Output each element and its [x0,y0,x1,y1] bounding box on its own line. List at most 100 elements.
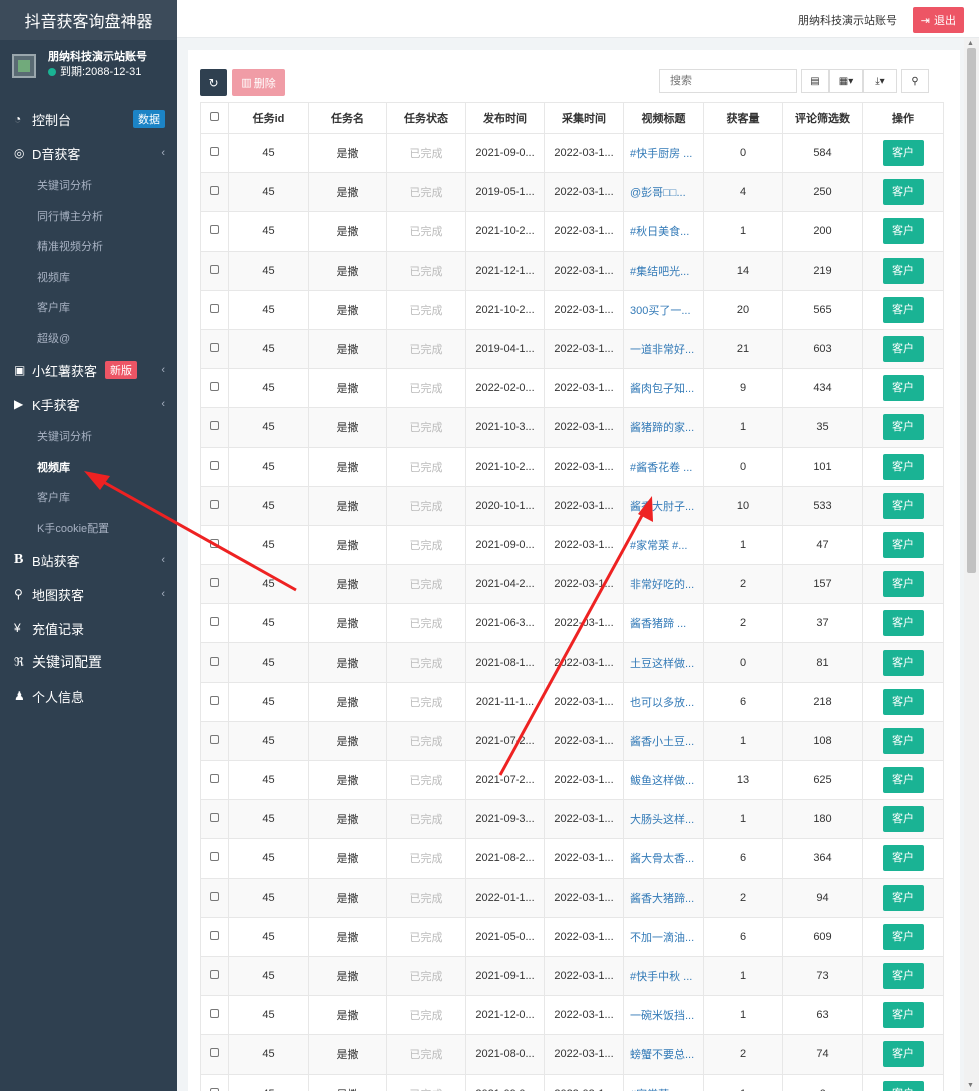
row-checkbox[interactable] [200,524,229,566]
row-checkbox[interactable] [200,132,229,174]
sidebar-subitem-dy-keyword[interactable]: 关键词分析 [0,170,177,201]
sidebar-subitem-ks-customers[interactable]: 客户库 [0,482,177,513]
select-all-checkbox[interactable] [200,102,229,134]
customer-button[interactable]: 客户 [882,963,924,990]
customer-button[interactable]: 客户 [882,727,924,754]
sidebar-item-douyin[interactable]: ◎ D音获客 ‹ [0,136,177,170]
sidebar-item-recharge[interactable]: ¥ 充值记录 [0,611,177,645]
customer-button[interactable]: 客户 [882,296,924,323]
row-checkbox[interactable] [200,1073,229,1091]
customer-button[interactable]: 客户 [882,806,924,833]
video-title-link[interactable]: #家常菜 ... [623,1073,704,1091]
sidebar-item-map[interactable]: ⚲ 地图获客 ‹ [0,577,177,611]
customer-button[interactable]: 客户 [882,1002,924,1029]
customer-button[interactable]: 客户 [882,571,924,598]
row-checkbox[interactable] [200,407,229,448]
row-checkbox[interactable] [200,603,229,644]
video-title-link[interactable]: 酱香大猪蹄... [623,877,704,918]
sidebar-subitem-dy-video-library[interactable]: 视频库 [0,262,177,293]
sidebar-item-dashboard[interactable]: ◔ 控制台 数据 [0,102,177,136]
sidebar-subitem-ks-keyword[interactable]: 关键词分析 [0,421,177,452]
sidebar-subitem-dy-customers[interactable]: 客户库 [0,292,177,323]
col-header-task-name[interactable]: 任务名 [308,102,387,134]
scroll-up-icon[interactable]: ▲ [967,40,974,47]
video-title-link[interactable]: 300买了一... [623,289,704,330]
scroll-down-icon[interactable]: ▼ [967,1082,974,1089]
sidebar-item-kuaishou[interactable]: ▶ K手获客 ‹ [0,387,177,421]
scroll-thumb[interactable] [967,48,976,573]
columns-button[interactable]: ▦▾ [829,69,863,93]
customer-button[interactable]: 客户 [882,610,924,637]
search-input[interactable] [659,69,797,93]
row-checkbox[interactable] [200,564,229,605]
col-header-video-title[interactable]: 视频标题 [623,102,704,134]
customer-button[interactable]: 客户 [882,845,924,872]
customer-button[interactable]: 客户 [882,179,924,206]
row-checkbox[interactable] [200,916,229,957]
row-checkbox[interactable] [200,446,229,487]
row-checkbox[interactable] [200,172,229,213]
video-title-link[interactable]: #家常菜 #... [623,524,704,566]
row-checkbox[interactable] [200,211,229,252]
row-checkbox[interactable] [200,838,229,879]
row-checkbox[interactable] [200,955,229,997]
video-title-link[interactable]: #酱香花卷 ... [623,446,704,487]
sidebar-subitem-ks-cookie[interactable]: K手cookie配置 [0,513,177,544]
customer-button[interactable]: 客户 [882,1080,924,1091]
customer-button[interactable]: 客户 [882,336,924,363]
video-title-link[interactable]: 非常好吃的... [623,564,704,605]
video-title-link[interactable]: 酱大骨太香... [623,838,704,879]
row-checkbox[interactable] [200,642,229,683]
video-title-link[interactable]: #秋日美食... [623,211,704,252]
video-title-link[interactable]: #快手厨房 ... [623,132,704,174]
customer-button[interactable]: 客户 [882,140,924,167]
sidebar-subitem-dy-video-analysis[interactable]: 精准视频分析 [0,231,177,262]
video-title-link[interactable]: 酱香小土豆... [623,720,704,762]
sidebar-item-bilibili[interactable]: B B站获客 ‹ [0,543,177,577]
col-header-customer-count[interactable]: 获客量 [703,102,783,134]
sidebar-subitem-ks-video-library[interactable]: 视频库 [0,452,177,483]
row-checkbox[interactable] [200,799,229,840]
sidebar-item-profile[interactable]: ♟ 个人信息 [0,679,177,713]
video-title-link[interactable]: 酱香大肘子... [623,485,704,526]
row-checkbox[interactable] [200,328,229,370]
col-header-task-id[interactable]: 任务id [228,102,309,134]
col-header-collect-time[interactable]: 采集时间 [544,102,624,134]
customer-button[interactable]: 客户 [882,375,924,402]
customer-button[interactable]: 客户 [882,218,924,245]
row-checkbox[interactable] [200,250,229,291]
advanced-search-button[interactable]: ⚲ [901,69,929,93]
customer-button[interactable]: 客户 [882,884,924,911]
customer-button[interactable]: 客户 [882,257,924,284]
row-checkbox[interactable] [200,877,229,918]
video-title-link[interactable]: @彭哥□□... [623,172,704,213]
sidebar-item-keyword-config[interactable]: ℜ 关键词配置 [0,645,177,679]
row-checkbox[interactable] [200,995,229,1036]
page-scrollbar[interactable]: ▲ ▼ [964,38,979,1091]
video-title-link[interactable]: 也可以多放... [623,681,704,722]
video-title-link[interactable]: 酱香猪蹄 ... [623,603,704,644]
row-checkbox[interactable] [200,681,229,722]
customer-button[interactable]: 客户 [882,649,924,676]
customer-button[interactable]: 客户 [882,453,924,480]
video-title-link[interactable]: 一碗米饭挡... [623,995,704,1036]
customer-button[interactable]: 客户 [882,1041,924,1068]
logout-button[interactable]: ⇥ 退出 [912,7,964,33]
customer-button[interactable]: 客户 [882,492,924,519]
col-header-publish-time[interactable]: 发布时间 [465,102,545,134]
refresh-button[interactable]: ↻ [200,69,227,96]
col-header-task-status[interactable]: 任务状态 [386,102,466,134]
video-title-link[interactable]: 土豆这样做... [623,642,704,683]
row-checkbox[interactable] [200,368,229,409]
col-header-comment-filter[interactable]: 评论筛选数 [782,102,863,134]
row-checkbox[interactable] [200,1034,229,1075]
customer-button[interactable]: 客户 [882,923,924,950]
customer-button[interactable]: 客户 [882,414,924,441]
video-title-link[interactable]: 大肠头这样... [623,799,704,840]
video-title-link[interactable]: #集结吧光... [623,250,704,291]
row-checkbox[interactable] [200,720,229,762]
toggle-view-button[interactable]: ▤ [801,69,829,93]
video-title-link[interactable]: 鲅鱼这样做... [623,759,704,801]
row-checkbox[interactable] [200,289,229,330]
customer-button[interactable]: 客户 [882,688,924,715]
